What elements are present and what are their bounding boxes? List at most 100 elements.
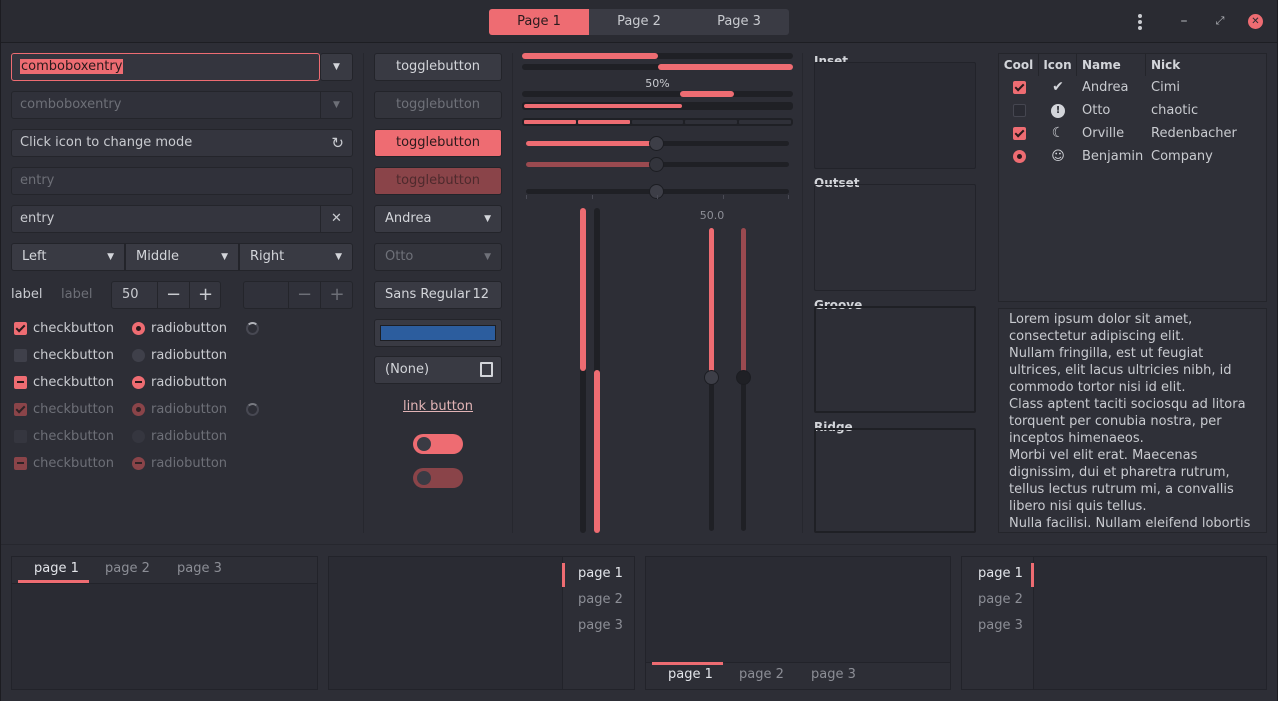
switch-on[interactable] (413, 434, 463, 454)
minimize-icon[interactable]: – (1175, 12, 1193, 30)
icon-entry[interactable]: Click icon to change mode ↻ (11, 129, 353, 157)
checkbutton-inconsistent-disabled: checkbutton (14, 450, 114, 477)
nick-cell: chaotic (1151, 103, 1199, 118)
cool-checkbox[interactable] (1012, 127, 1026, 140)
tab-page-2[interactable]: page 2 (105, 561, 150, 576)
scale-knob[interactable] (704, 370, 719, 385)
radio-label: radiobutton (151, 348, 228, 363)
togglebutton-active[interactable]: togglebutton (374, 129, 502, 157)
spin-decrement-button[interactable]: − (157, 282, 189, 308)
nick-cell: Company (1151, 149, 1213, 164)
cool-radio[interactable] (1012, 150, 1026, 163)
tab-page-1[interactable]: page 1 (668, 667, 713, 682)
notebook-top: page 1 page 2 page 3 (11, 556, 318, 690)
refresh-icon[interactable]: ↻ (331, 130, 344, 156)
tab-page-3[interactable]: page 3 (811, 667, 856, 682)
checkbox[interactable] (14, 376, 27, 389)
checkbutton-checked[interactable]: checkbutton (14, 315, 114, 342)
column-header-cool[interactable]: Cool (999, 54, 1039, 76)
scale-knob[interactable] (649, 136, 664, 151)
cool-checkbox[interactable] (1012, 104, 1026, 117)
file-chooser-label: (None) (385, 362, 430, 377)
spin-value: 50 (122, 287, 139, 302)
tree-row[interactable]: ✔ Andrea Cimi (999, 76, 1266, 99)
maximize-icon[interactable]: ⤢ (1211, 12, 1229, 30)
radiobutton-unselected[interactable]: radiobutton (132, 342, 227, 369)
progress-fill (524, 104, 682, 108)
tab-page-1[interactable]: page 1 (578, 566, 623, 581)
stack-page-3[interactable]: Page 3 (689, 9, 789, 35)
togglebutton[interactable]: togglebutton (374, 53, 502, 81)
tab-page-2[interactable]: page 2 (978, 592, 1023, 607)
file-chooser-button[interactable]: (None) (374, 356, 502, 384)
progress-bar-activity (522, 91, 793, 97)
switch-knob (417, 437, 431, 451)
color-button[interactable] (374, 319, 502, 347)
notebook-bottom: page 1 page 2 page 3 (645, 556, 951, 690)
combo-left[interactable]: Left ▼ (11, 243, 125, 271)
tab-page-2[interactable]: page 2 (739, 667, 784, 682)
moon-icon: ☾ (1051, 125, 1065, 141)
radio[interactable] (132, 349, 145, 362)
checkbox[interactable] (14, 322, 27, 335)
warning-icon: ! (1039, 99, 1077, 122)
nick-cell: Cimi (1151, 80, 1180, 95)
tree-row[interactable]: ☾ Orville Redenbacher (999, 122, 1266, 145)
column-header-name[interactable]: Name (1077, 54, 1146, 76)
stack-page-1[interactable]: Page 1 (489, 9, 589, 35)
check-label: checkbutton (33, 321, 114, 336)
switch-knob (417, 471, 431, 485)
frame-groove (814, 306, 976, 413)
combobox-dropdown-button[interactable]: ▼ (320, 53, 353, 81)
link-button[interactable]: link button (374, 399, 502, 414)
progress-pulse (680, 91, 734, 97)
combo-middle[interactable]: Middle ▼ (125, 243, 239, 271)
level-block (524, 120, 576, 124)
combo-andrea[interactable]: Andrea ▼ (374, 205, 502, 233)
entry-with-clear[interactable]: entry ✕ (11, 205, 353, 233)
checkbox[interactable] (14, 349, 27, 362)
tab-page-3[interactable]: page 3 (578, 618, 623, 633)
combobox-entry[interactable]: comboboxentry (11, 53, 320, 81)
radiobutton-selected[interactable]: radiobutton (132, 315, 227, 342)
spin-increment-button[interactable]: + (189, 282, 221, 308)
stack-page-2[interactable]: Page 2 (589, 9, 689, 35)
radio[interactable] (132, 376, 145, 389)
column-header-icon[interactable]: Icon (1039, 54, 1077, 76)
radiobutton-inconsistent[interactable]: radiobutton (132, 369, 227, 396)
combo-otto-disabled: Otto ▼ (374, 243, 502, 271)
font-button[interactable]: Sans Regular 12 (374, 281, 502, 309)
combo-left-label: Left (22, 249, 47, 264)
close-icon[interactable]: ✕ (1248, 14, 1263, 29)
clear-icon[interactable]: ✕ (320, 206, 352, 232)
name-cell: Andrea (1082, 80, 1129, 95)
radiobutton-selected-disabled: radiobutton (132, 396, 227, 423)
checkbutton-unchecked[interactable]: checkbutton (14, 342, 114, 369)
tab-page-1[interactable]: page 1 (34, 561, 79, 576)
text-view[interactable]: Lorem ipsum dolor sit amet, consectetur … (998, 308, 1267, 533)
tab-page-2[interactable]: page 2 (578, 592, 623, 607)
check-label: checkbutton (33, 429, 114, 444)
tab-page-3[interactable]: page 3 (978, 618, 1023, 633)
tab-indicator (18, 580, 89, 583)
progress-fill (522, 53, 658, 59)
radio-label: radiobutton (151, 429, 228, 444)
spin-increment-button-disabled: + (320, 282, 353, 308)
tree-row[interactable]: ! Otto chaotic (999, 99, 1266, 122)
combobox-entry-disabled-text: comboboxentry (20, 97, 122, 112)
checkbutton-inconsistent[interactable]: checkbutton (14, 369, 114, 396)
tab-page-1[interactable]: page 1 (978, 566, 1023, 581)
vertical-dots-icon[interactable] (1137, 13, 1143, 31)
tree-row[interactable]: ☺ Benjamin Company (999, 145, 1266, 168)
column-header-nick[interactable]: Nick (1146, 54, 1266, 76)
entry-disabled: entry (11, 167, 353, 195)
combo-right[interactable]: Right ▼ (239, 243, 353, 271)
tab-page-3[interactable]: page 3 (177, 561, 222, 576)
combobox-entry-disabled: comboboxentry ▼ (11, 91, 353, 119)
radio[interactable] (132, 322, 145, 335)
switch-on-disabled (413, 468, 463, 488)
cool-checkbox[interactable] (1012, 81, 1026, 94)
linked-combos: Left ▼ Middle ▼ Right ▼ (11, 243, 353, 271)
font-size: 12 (472, 287, 489, 302)
checkbutton-checked-disabled: checkbutton (14, 396, 114, 423)
